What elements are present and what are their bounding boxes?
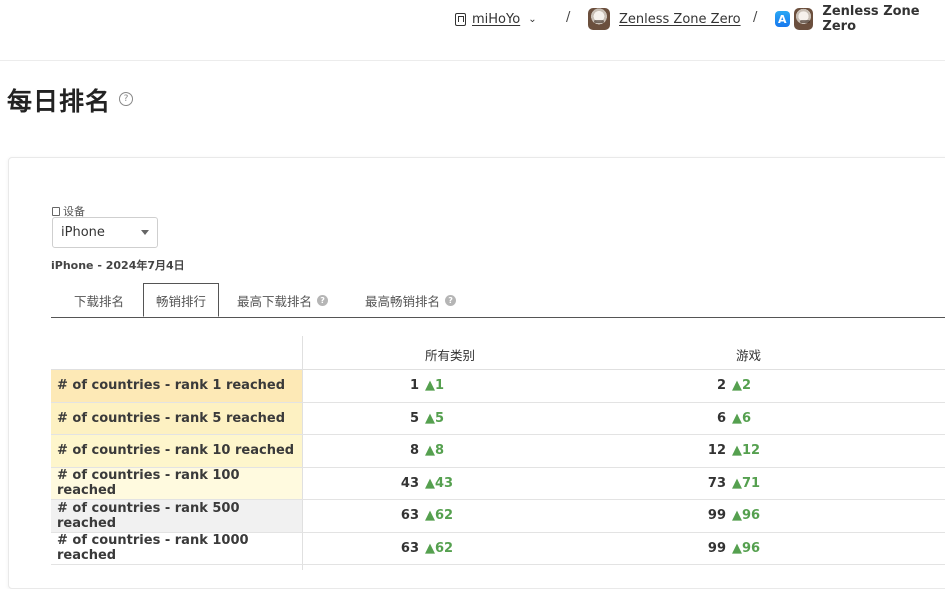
breadcrumb-current: A Zenless Zone Zero (775, 4, 945, 34)
tab-grossing[interactable]: 畅销排行 (143, 283, 220, 317)
rank-change: ▲96 (732, 540, 761, 556)
cell-games: 73 ▲71 (708, 468, 760, 500)
table-row: # of countries - rank 500 reached 63 ▲62 99… (51, 500, 945, 533)
rank-count: 2 (716, 378, 726, 394)
table-row: # of countries - rank 5 reached 5 ▲5 6 ▲6 (51, 402, 945, 435)
help-circle-icon[interactable]: ? (317, 294, 329, 306)
rank-change: ▲6 (732, 410, 752, 426)
cell-all-categories: 63 ▲62 (401, 500, 453, 532)
tab-top-downloads[interactable]: 最高下载排名 ? (237, 283, 329, 317)
cell-all-categories: 1 ▲1 (410, 370, 444, 402)
cell-games: 99 ▲96 (708, 500, 760, 532)
table-header: 所有类别 游戏 (51, 336, 945, 370)
rank-change: ▲62 (425, 508, 454, 524)
cell-games: 12 ▲12 (708, 435, 760, 467)
rankings-table: 所有类别 游戏 # of countries - rank 1 reached 1… (51, 336, 945, 570)
cell-games: 6 ▲6 (717, 403, 751, 435)
table-row: # of countries - rank 1 reached 1 ▲1 2 ▲2 (51, 370, 945, 403)
help-circle-icon[interactable]: ? (445, 294, 457, 306)
tab-top-grossing[interactable]: 最高畅销排名 ? (365, 283, 457, 317)
rank-count: 63 (400, 508, 419, 524)
rank-change: ▲8 (425, 443, 445, 459)
cell-all-categories: 5 ▲5 (410, 403, 444, 435)
rank-change: ▲96 (732, 508, 761, 524)
row-label: # of countries - rank 10 reached (51, 435, 302, 467)
tab-label: 最高畅销排名 (365, 293, 441, 309)
row-label: # of countries - rank 5 reached (51, 402, 302, 434)
help-circle-icon[interactable]: ? (119, 92, 133, 106)
cell-all-categories: 63 ▲62 (401, 533, 453, 565)
table-row: # of countries - rank 10 reached 8 ▲8 12 ▲12 (51, 435, 945, 468)
row-label: # of countries - rank 100 reached (51, 467, 302, 499)
breadcrumb-separator: / (566, 10, 571, 25)
row-label: # of countries - rank 1000 reached (51, 532, 302, 564)
breadcrumb-app[interactable]: Zenless Zone Zero (588, 8, 741, 30)
breadcrumb-publisher[interactable]: miHoYo ⌄ (455, 9, 537, 29)
rank-count: 99 (707, 540, 726, 556)
table-row: # of countries - rank 1000 reached 63 ▲62 9… (51, 532, 945, 565)
chevron-down-icon[interactable]: ⌄ (528, 14, 536, 25)
ranking-tabs: 下载排名 畅销排行 最高下载排名 ? 最高畅销排名 ? (51, 283, 945, 318)
publisher-link[interactable]: miHoYo (472, 12, 520, 27)
row-label: # of countries - rank 1 reached (51, 370, 302, 402)
cell-games: 99 ▲96 (708, 533, 760, 565)
rank-change: ▲12 (732, 443, 761, 459)
tab-label: 下载排名 (74, 293, 125, 309)
zenless-app-icon (793, 8, 814, 30)
app-store-icon: A (775, 11, 790, 27)
dropdown-arrow-icon (141, 230, 149, 235)
rank-change: ▲5 (425, 410, 445, 426)
page-title: 每日排名 (7, 87, 112, 116)
rank-count: 1 (409, 378, 419, 394)
column-header-games[interactable]: 游戏 (736, 345, 761, 364)
tab-downloads[interactable]: 下载排名 (74, 283, 124, 317)
building-icon (455, 12, 466, 26)
row-label: # of countries - rank 500 reached (51, 500, 302, 532)
device-icon (52, 206, 60, 216)
rank-change: ▲2 (732, 378, 752, 394)
rank-count: 8 (409, 443, 419, 459)
rank-change: ▲1 (425, 378, 445, 394)
current-app-name: Zenless Zone Zero (822, 4, 920, 34)
breadcrumb-separator: / (753, 10, 758, 25)
rank-change: ▲43 (425, 475, 454, 491)
rank-count: 12 (707, 443, 726, 459)
rank-count: 99 (707, 508, 726, 524)
rank-count: 43 (400, 475, 419, 491)
zenless-app-icon (588, 8, 610, 30)
rank-count: 63 (400, 540, 419, 556)
rank-count: 5 (409, 410, 419, 426)
table-row: # of countries - rank 100 reached 43 ▲43 73… (51, 467, 945, 500)
cell-games: 2 ▲2 (717, 370, 751, 402)
cell-all-categories: 8 ▲8 (410, 435, 444, 467)
rank-count: 73 (707, 475, 726, 491)
tab-label: 畅销排行 (156, 293, 207, 309)
cell-all-categories: 43 ▲43 (401, 468, 453, 500)
device-date-info: iPhone - 2024年7月4日 (51, 259, 185, 272)
device-select-value: iPhone (61, 225, 105, 240)
column-header-all-categories[interactable]: 所有类别 (425, 345, 475, 364)
tab-label: 最高下载排名 (237, 293, 313, 309)
breadcrumb: miHoYo ⌄ / Zenless Zone Zero / A Zenless… (0, 0, 945, 61)
device-select[interactable]: iPhone (52, 217, 158, 248)
rank-change: ▲71 (732, 475, 761, 491)
app-link[interactable]: Zenless Zone Zero (619, 12, 741, 27)
rank-change: ▲62 (425, 540, 454, 556)
rank-count: 6 (716, 410, 726, 426)
